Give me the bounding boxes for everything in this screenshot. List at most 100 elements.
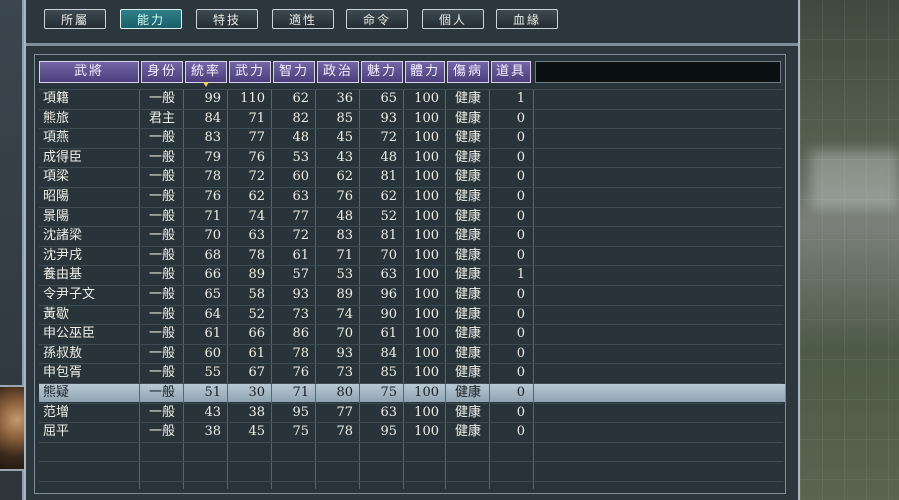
cell-stamina: 100 [414,365,439,381]
tab-2[interactable]: 能力 [120,9,182,29]
table-row[interactable]: 成得臣 一般 79 76 53 43 48 100 健康 0 [35,148,787,168]
cell-items: 0 [516,424,525,440]
cell-charm: 52 [380,208,397,224]
cell-charm: 63 [380,404,397,420]
column-header-war[interactable]: 武力 [229,61,271,83]
column-header-politics[interactable]: 政治 [317,61,359,83]
cell-rank: 一般 [148,287,175,302]
cell-items: 0 [516,404,525,420]
column-header-label: 政治 [322,64,353,79]
table-row[interactable]: 沈諸梁 一般 70 63 72 83 81 100 健康 0 [35,226,787,246]
grid-row-line [39,226,783,228]
table-row[interactable]: 熊旅 君主 84 71 82 85 93 100 健康 0 [35,109,787,129]
officer-list-panel: 所屬 能力 特技 適性 命令 個人 血緣 武將 身份 統率 武力 智力 政治 魅力 體力 傷病 道具 項籍 一般… [24,0,800,500]
grid-row-line [39,128,783,130]
tab-5[interactable]: 命令 [346,9,408,29]
grid-column-line [359,89,360,489]
tab-6[interactable]: 個人 [422,9,484,29]
table-row[interactable]: 范增 一般 43 38 95 77 63 100 健康 0 [35,403,787,423]
cell-politics: 43 [336,149,353,165]
grid-row-line [39,265,783,267]
table-row[interactable]: 孫叔敖 一般 60 61 78 93 84 100 健康 0 [35,344,787,364]
cell-charm: 63 [380,267,397,283]
grid-column-line [533,89,534,489]
map-background [800,0,899,500]
table-row[interactable]: 熊疑 一般 51 30 71 80 75 100 健康 0 [35,383,787,403]
table-row[interactable]: 令尹子文 一般 65 58 93 89 96 100 健康 0 [35,285,787,305]
cell-rank: 君主 [148,110,175,126]
cell-command: 78 [204,169,221,185]
table-row[interactable]: 項梁 一般 78 72 60 62 81 100 健康 0 [35,167,787,187]
cell-politics: 73 [336,365,353,381]
cell-stamina: 100 [414,169,439,185]
grid-column-line [183,89,184,489]
cell-charm: 72 [380,130,397,146]
column-header-rank[interactable]: 身份 [141,61,183,83]
cell-politics: 85 [336,110,353,126]
cell-stamina: 100 [414,267,439,283]
table-row[interactable]: 項籍 一般 99 110 62 36 65 100 健康 1 [35,89,787,109]
cell-name: 熊旅 [43,110,70,126]
cell-name: 景陽 [43,208,70,224]
cell-items: 0 [516,130,525,146]
cell-command: 70 [204,228,221,244]
cell-charm: 81 [380,169,397,185]
column-header-charm[interactable]: 魅力 [361,61,403,83]
cell-stamina: 100 [414,189,439,204]
cell-stamina: 100 [414,345,439,361]
cell-war: 74 [248,208,265,224]
table-row[interactable]: 養由基 一般 66 89 57 53 63 100 健康 1 [35,265,787,285]
cell-rank: 一般 [148,149,175,165]
column-header-stamina[interactable]: 體力 [405,61,445,83]
tab-1[interactable]: 所屬 [44,9,106,29]
cell-stamina: 100 [414,228,439,244]
cell-charm: 90 [380,306,397,322]
cell-war: 89 [248,267,265,283]
cell-items: 0 [516,287,525,302]
cell-intelligence: 53 [292,149,309,165]
grid-row-line [39,285,783,286]
column-header-command[interactable]: 統率 [185,61,227,87]
tab-7[interactable]: 血緣 [496,9,558,29]
cell-name: 成得臣 [43,149,83,165]
cell-injury: 健康 [454,130,481,146]
cell-items: 0 [516,385,525,400]
cell-rank: 一般 [148,130,175,146]
column-header-label: 武將 [73,64,104,79]
tab-4[interactable]: 適性 [272,9,334,29]
table-row[interactable]: 屈平 一般 38 45 75 78 95 100 健康 0 [35,422,787,442]
column-header-items[interactable]: 道具 [491,61,531,83]
column-header-injury[interactable]: 傷病 [447,61,489,83]
table-row[interactable]: 沈尹戌 一般 68 78 61 71 70 100 健康 0 [35,246,787,266]
table-row[interactable]: 景陽 一般 71 74 77 48 52 100 健康 0 [35,207,787,227]
grid-row-line [39,343,783,345]
cell-stamina: 100 [414,149,439,165]
cell-stamina: 100 [414,110,439,126]
cell-injury: 健康 [454,91,481,106]
cell-war: 71 [248,110,265,126]
cell-rank: 一般 [148,228,175,244]
cell-war: 78 [248,247,265,263]
table-row[interactable]: 昭陽 一般 76 62 63 76 62 100 健康 0 [35,187,787,207]
table-row[interactable]: 申公巫臣 一般 61 66 86 70 61 100 健康 0 [35,324,787,344]
table-row[interactable]: 項燕 一般 83 77 48 45 72 100 健康 0 [35,128,787,148]
cell-war: 63 [248,228,265,244]
cell-war: 30 [248,385,265,400]
cell-stamina: 100 [414,130,439,146]
grid-row-line [39,108,783,110]
grid-column-line [315,89,316,489]
column-header-name[interactable]: 武將 [39,61,139,83]
cell-injury: 健康 [454,424,481,440]
cell-rank: 一般 [148,404,175,420]
table-row[interactable]: 黃歇 一般 64 52 73 74 90 100 健康 0 [35,305,787,325]
cell-politics: 71 [336,247,353,263]
cell-politics: 45 [336,130,353,146]
tab-3[interactable]: 特技 [196,9,258,29]
cell-war: 62 [248,189,265,204]
cell-politics: 36 [336,91,353,106]
table-row[interactable]: 申包胥 一般 55 67 76 73 85 100 健康 0 [35,363,787,383]
column-header-intelligence[interactable]: 智力 [273,61,315,83]
cell-injury: 健康 [454,189,481,204]
cell-command: 65 [204,287,221,302]
cell-politics: 83 [336,228,353,244]
